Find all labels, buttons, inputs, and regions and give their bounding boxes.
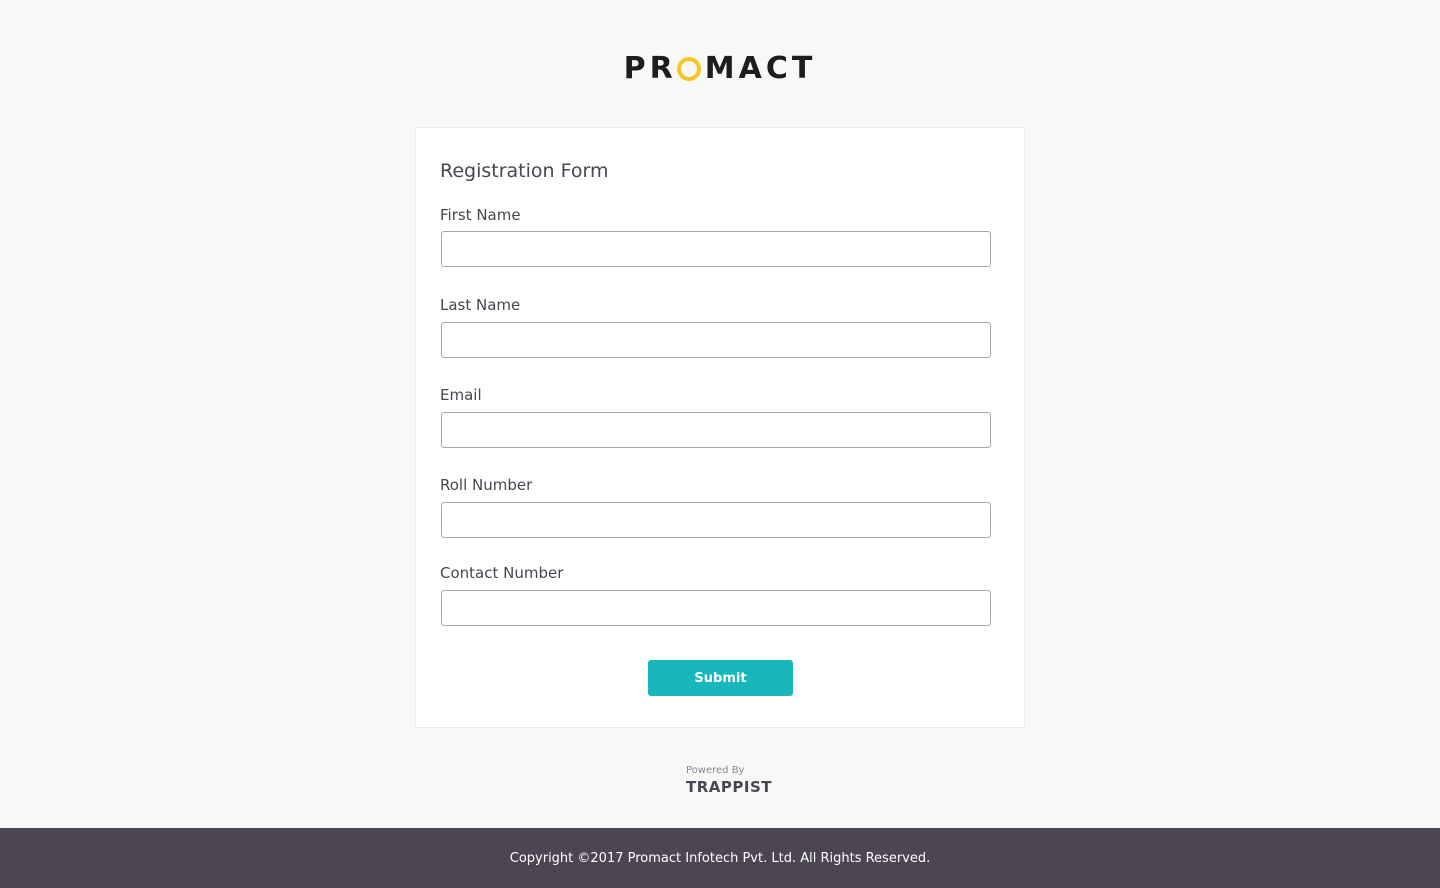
contact-number-label: Contact Number <box>440 564 564 582</box>
copyright-text: Copyright ©2017 Promact Infotech Pvt. Lt… <box>509 850 931 866</box>
roll-number-input[interactable] <box>441 502 991 538</box>
submit-button[interactable]: Submit <box>648 660 793 696</box>
first-name-label: First Name <box>440 206 521 224</box>
logo-text-prefix: PR <box>623 51 677 86</box>
footer: Copyright ©2017 Promact Infotech Pvt. Lt… <box>0 828 1440 888</box>
logo-o-ring-icon <box>676 57 701 81</box>
logo-text-suffix: MACT <box>704 51 817 86</box>
trappist-logo: TRAPPIST <box>686 778 772 796</box>
email-label: Email <box>440 386 482 404</box>
promact-logo: PR MACT <box>0 54 1440 84</box>
form-title: Registration Form <box>440 160 609 182</box>
last-name-label: Last Name <box>440 296 521 314</box>
registration-card: Registration Form First Name Last Name E… <box>415 127 1025 728</box>
email-input[interactable] <box>441 412 991 448</box>
powered-by-label: Powered By <box>686 765 745 776</box>
roll-number-label: Roll Number <box>440 476 533 494</box>
powered-by-block: Powered By TRAPPIST <box>686 764 772 796</box>
last-name-input[interactable] <box>441 322 991 358</box>
contact-number-input[interactable] <box>441 590 991 626</box>
first-name-input[interactable] <box>441 231 991 267</box>
